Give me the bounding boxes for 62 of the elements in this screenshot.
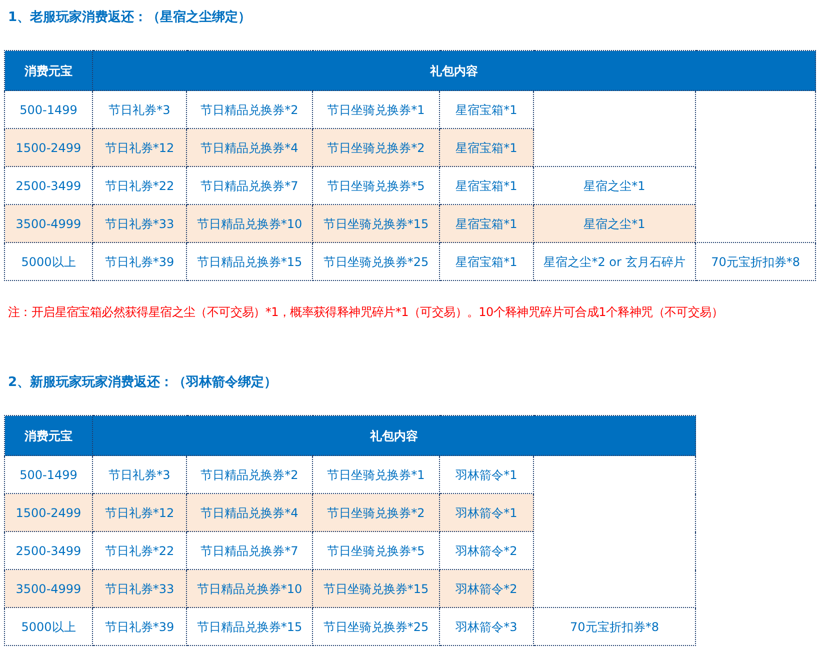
table-cell: 节日礼券*33 (92, 204, 186, 242)
table-cell: 星宿宝箱*1 (440, 166, 534, 204)
section-heading: 1、老服玩家消费返还：（星宿之尘绑定） (7, 8, 252, 27)
table-cell: 3500-4999 (4, 204, 92, 242)
table-cell: 节日坐骑兑换券*25 (312, 242, 440, 280)
table-cell: 节日礼券*39 (92, 242, 186, 280)
table-cell: 70元宝折扣券*8 (696, 242, 816, 280)
table-cell: 1500-2499 (4, 494, 92, 532)
table-cell: 节日坐骑兑换券*1 (312, 456, 440, 494)
table-cell: 星宿宝箱*1 (440, 90, 534, 128)
table-cell: 500-1499 (4, 90, 92, 128)
table-cell: 500-1499 (4, 456, 92, 494)
table-cell: 节日坐骑兑换券*5 (312, 532, 440, 570)
table-cell: 节日坐骑兑换券*1 (312, 90, 440, 128)
table-cell: 节日礼券*33 (92, 570, 186, 608)
table-cell: 星宿宝箱*1 (440, 128, 534, 166)
table-cell: 节日礼券*22 (92, 166, 186, 204)
table-cell: 节日礼券*22 (92, 532, 186, 570)
table-cell: 节日精品兑换券*2 (186, 90, 312, 128)
column-header: 消费元宝 (4, 416, 92, 456)
table-cell: 2500-3499 (4, 166, 92, 204)
table-cell: 节日礼券*12 (92, 128, 186, 166)
table-cell: 节日精品兑换券*10 (186, 570, 312, 608)
table-cell: 节日坐骑兑换券*25 (312, 608, 440, 646)
table-cell: 羽林箭令*3 (440, 608, 534, 646)
table-cell: 星宿之尘*1 (534, 166, 696, 204)
table-cell: 节日礼券*3 (92, 456, 186, 494)
table-cell: 节日礼券*3 (92, 90, 186, 128)
table-cell: 节日精品兑换券*10 (186, 204, 312, 242)
table-cell: 星宿宝箱*1 (440, 204, 534, 242)
column-header: 消费元宝 (4, 50, 92, 90)
table-cell: 5000以上 (4, 242, 92, 280)
table-cell: 1500-2499 (4, 128, 92, 166)
table-cell: 羽林箭令*1 (440, 494, 534, 532)
table-cell: 3500-4999 (4, 570, 92, 608)
table-cell: 节日精品兑换券*15 (186, 608, 312, 646)
table-cell: 节日精品兑换券*2 (186, 456, 312, 494)
table-cell: 5000以上 (4, 608, 92, 646)
table-cell: 节日礼券*39 (92, 608, 186, 646)
table-cell: 节日坐骑兑换券*2 (312, 494, 440, 532)
column-header: 礼包内容 (92, 416, 696, 456)
table-cell: 节日精品兑换券*7 (186, 166, 312, 204)
table-cell: 节日礼券*12 (92, 494, 186, 532)
table-cell: 节日坐骑兑换券*2 (312, 128, 440, 166)
table-cell: 星宿宝箱*1 (440, 242, 534, 280)
table-cell: 70元宝折扣券*8 (534, 608, 696, 646)
table-cell: 羽林箭令*1 (440, 456, 534, 494)
table-cell: 节日精品兑换券*7 (186, 532, 312, 570)
table-cell: 节日精品兑换券*4 (186, 494, 312, 532)
column-header: 礼包内容 (92, 50, 816, 90)
table-cell: 节日精品兑换券*15 (186, 242, 312, 280)
table-cell: 节日坐骑兑换券*5 (312, 166, 440, 204)
table-cell: 星宿之尘*1 (534, 204, 696, 242)
note-text: 注：开启星宿宝箱必然获得星宿之尘（不可交易）*1，概率获得释神咒碎片*1（可交易）。10个释神咒碎片可合成1个释神咒（不可交易） (7, 304, 724, 321)
table-cell: 星宿之尘*2 or 玄月石碎片 (534, 242, 696, 280)
table-cell: 羽林箭令*2 (440, 532, 534, 570)
table-cell: 节日精品兑换券*4 (186, 128, 312, 166)
table-cell: 羽林箭令*2 (440, 570, 534, 608)
table-cell: 节日坐骑兑换券*15 (312, 570, 440, 608)
section-heading: 2、新服玩家玩家消费返还：（羽林箭令绑定） (7, 374, 278, 392)
table-cell: 节日坐骑兑换券*15 (312, 204, 440, 242)
table-cell: 2500-3499 (4, 532, 92, 570)
